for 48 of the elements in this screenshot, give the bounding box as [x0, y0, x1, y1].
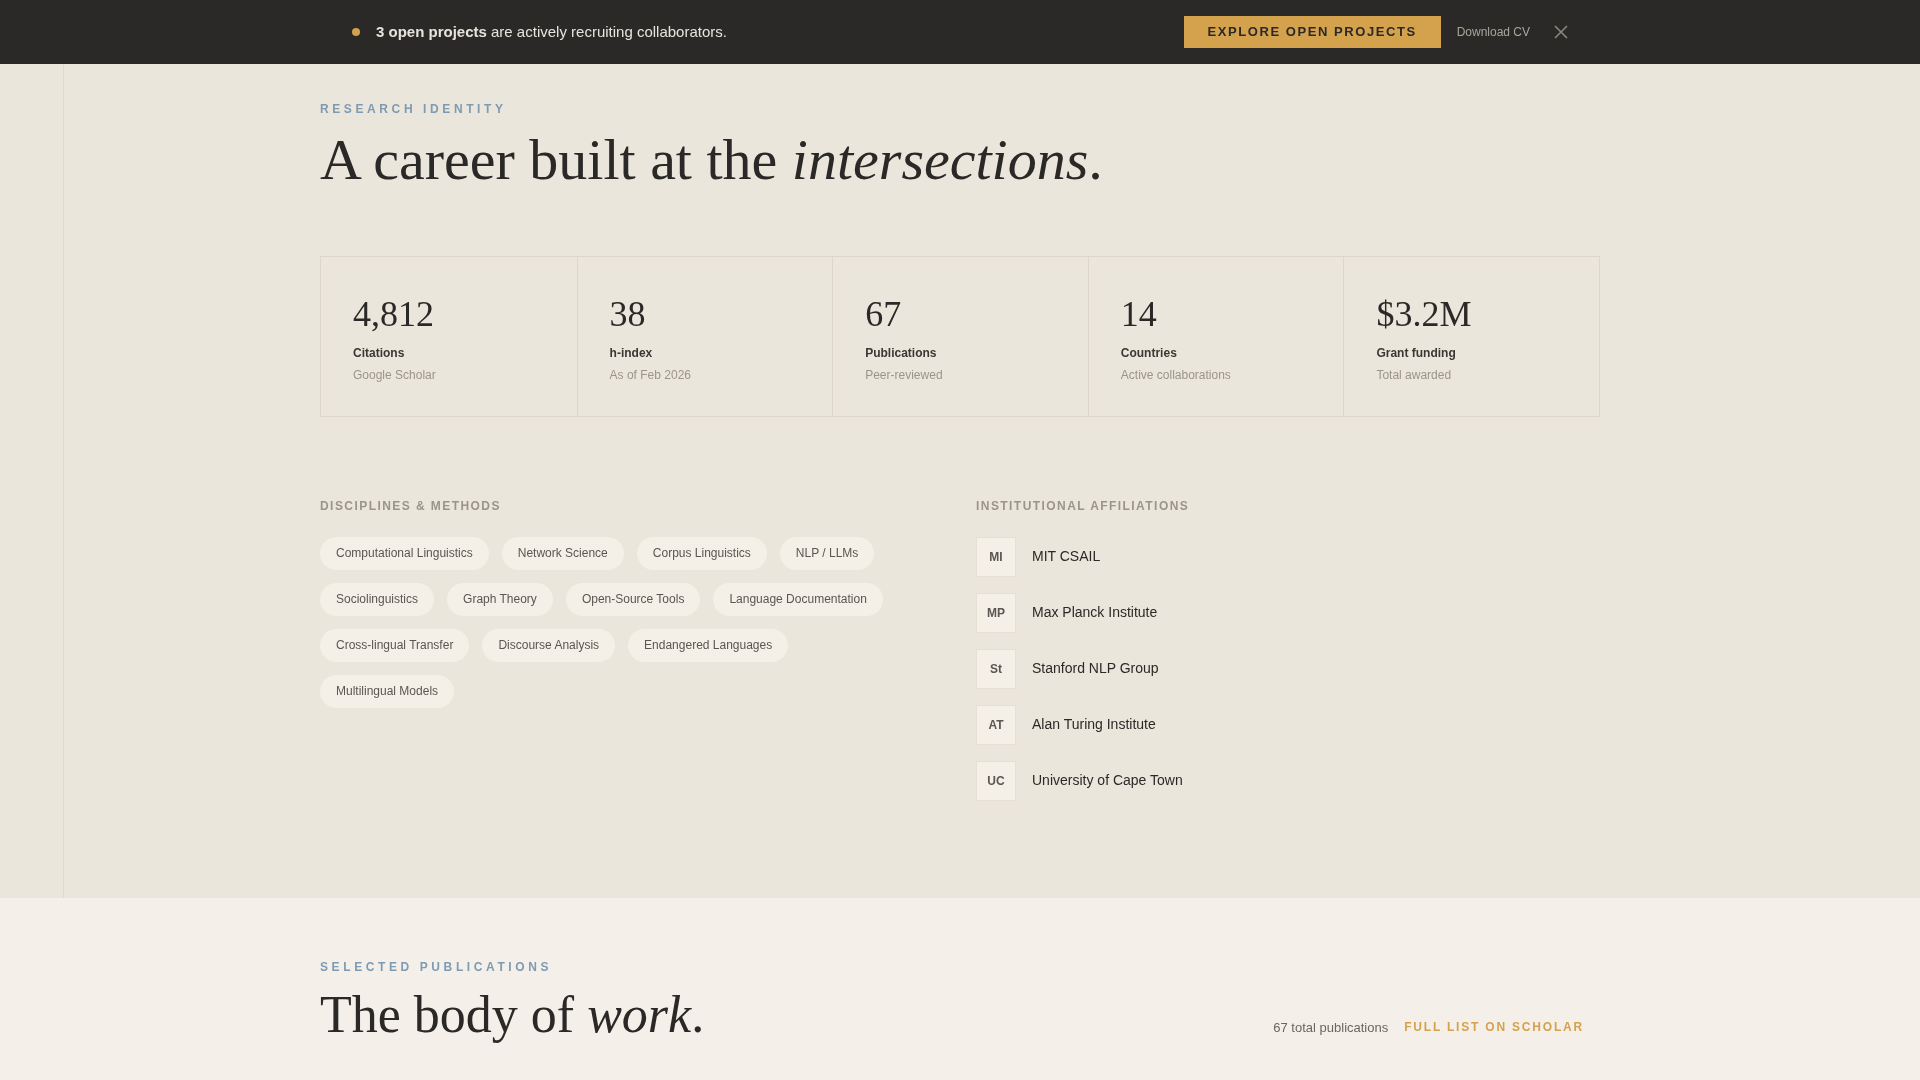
stat-value: 67	[865, 292, 903, 336]
stat-note: Active collaborations	[1120, 367, 1232, 384]
stat-label: Grant funding	[1376, 345, 1457, 362]
affiliation-name: Max Planck Institute	[1032, 603, 1158, 623]
affiliation-name: University of Cape Town	[1032, 771, 1183, 791]
stat-note: Google Scholar	[353, 367, 437, 384]
discipline-tag: Sociolinguistics	[320, 583, 435, 616]
initials-badge: UC	[976, 761, 1016, 801]
close-icon[interactable]	[1554, 25, 1568, 39]
discipline-tag: Cross-lingual Transfer	[320, 629, 470, 662]
explore-projects-button[interactable]: EXPLORE OPEN PROJECTS	[1183, 16, 1441, 48]
stat-note: Peer-reviewed	[865, 367, 944, 384]
stat-value: $3.2M	[1376, 292, 1473, 336]
stat-label: Countries	[1120, 345, 1178, 362]
affiliation-name: Stanford NLP Group	[1032, 659, 1159, 679]
initials-badge: MP	[976, 593, 1016, 633]
stat-note: Total awarded	[1376, 367, 1453, 384]
initials-badge: St	[976, 649, 1016, 689]
discipline-tag: Network Science	[501, 537, 624, 570]
discipline-tag: Endangered Languages	[628, 629, 789, 662]
download-cv-link[interactable]: Download CV	[1456, 23, 1530, 41]
publication-count: 67 total publications	[1273, 1018, 1389, 1037]
section-eyebrow: RESEARCH IDENTITY	[320, 101, 508, 118]
banner-message: 3 open projects are actively recruiting collaborators.	[376, 21, 727, 42]
stat-value: 4,812	[353, 292, 435, 336]
discipline-tag: Multilingual Models	[320, 675, 455, 708]
stat-label: Publications	[865, 345, 938, 362]
discipline-tag: Computational Linguistics	[320, 537, 489, 570]
discipline-tag: Open-Source Tools	[565, 583, 701, 616]
discipline-tag: Graph Theory	[447, 583, 553, 616]
section-heading: The body of work.	[320, 986, 705, 1044]
stat-label: Citations	[353, 345, 406, 362]
disciplines-heading: DISCIPLINES & METHODS	[320, 498, 502, 515]
section-eyebrow: SELECTED PUBLICATIONS	[320, 959, 554, 976]
stat-value: 38	[609, 292, 647, 336]
affiliation-name: MIT CSAIL	[1032, 547, 1101, 567]
affiliation-name: Alan Turing Institute	[1032, 715, 1156, 735]
discipline-tag: NLP / LLMs	[779, 537, 875, 570]
initials-badge: MI	[976, 537, 1016, 577]
stat-note: As of Feb 2026	[609, 367, 692, 384]
stat-value: 14	[1120, 292, 1158, 336]
stat-label: h-index	[609, 345, 654, 362]
initials-badge: AT	[976, 705, 1016, 745]
discipline-tag: Corpus Linguistics	[636, 537, 767, 570]
discipline-tag: Discourse Analysis	[482, 629, 616, 662]
section-heading: A career built at the intersections.	[320, 128, 1104, 192]
discipline-tag: Language Documentation	[713, 583, 883, 616]
affiliations-heading: INSTITUTIONAL AFFILIATIONS	[976, 498, 1191, 515]
